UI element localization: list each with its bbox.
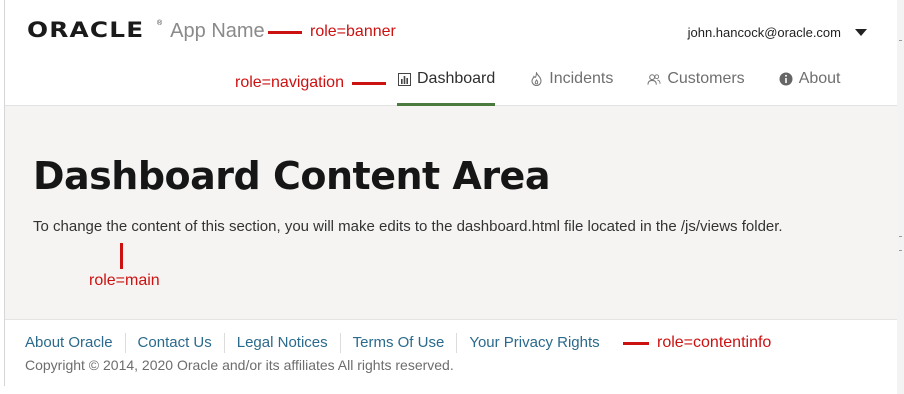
fire-icon [529,72,543,86]
nav-item-about[interactable]: About [779,62,841,106]
nav-item-incidents[interactable]: Incidents [529,62,613,106]
annotation-line [623,341,649,345]
edge-tick [899,250,902,251]
nav-item-label: Customers [667,70,745,87]
nav-item-dashboard[interactable]: Dashboard [397,62,496,106]
footer-link-legal-notices[interactable]: Legal Notices [223,333,340,353]
nav-item-label: Incidents [549,70,614,87]
copyright-text: Copyright © 2014, 2020 Oracle and/or its… [25,357,454,373]
footer-link-about-oracle[interactable]: About Oracle [25,333,125,353]
bar-chart-icon [397,72,411,86]
annotation-label: role=contentinfo [657,334,772,351]
edge-tick [899,40,902,41]
banner: ORACLE ® App Name john.hancock@oracle.co… [5,0,897,106]
oracle-logo[interactable]: ORACLE ® App Name [27,18,265,43]
footer-link-contact-us[interactable]: Contact Us [124,333,224,353]
annotation-line [351,81,386,85]
annotation-label: role=navigation [235,74,344,91]
annotation-banner: role=banner [268,23,396,41]
page-title: Dashboard Content Area [33,154,550,198]
nav-item-customers[interactable]: Customers [647,62,745,106]
people-icon [647,72,661,86]
nav-item-label: Dashboard [417,70,496,87]
annotation-contentinfo: role=contentinfo [623,334,771,352]
logo-registered-mark: ® [157,20,163,27]
annotation-navigation: role=navigation [235,74,386,92]
nav-item-label: About [798,70,841,87]
footer-link-terms-of-use[interactable]: Terms Of Use [339,333,457,353]
footer-links: About Oracle Contact Us Legal Notices Te… [25,333,612,353]
annotation-line [268,30,302,34]
info-icon [779,72,793,86]
user-email: john.hancock@oracle.com [687,25,841,40]
app-frame: ORACLE ® App Name john.hancock@oracle.co… [4,0,897,386]
edge-tick [899,236,902,237]
page-description: To change the content of this section, y… [33,218,783,235]
footer-link-privacy-rights[interactable]: Your Privacy Rights [456,333,611,353]
annotation-label: role=main [89,272,160,289]
window-edge [897,0,904,394]
caret-down-icon[interactable] [855,29,867,36]
annotation-main: role=main [89,272,160,290]
contentinfo: About Oracle Contact Us Legal Notices Te… [5,320,897,386]
user-menu[interactable]: john.hancock@oracle.com [688,25,867,40]
annotation-line [120,243,123,269]
app-name: App Name [170,20,265,42]
annotation-label: role=banner [310,23,396,40]
navigation: Dashboard Incidents Customers About [397,62,875,106]
